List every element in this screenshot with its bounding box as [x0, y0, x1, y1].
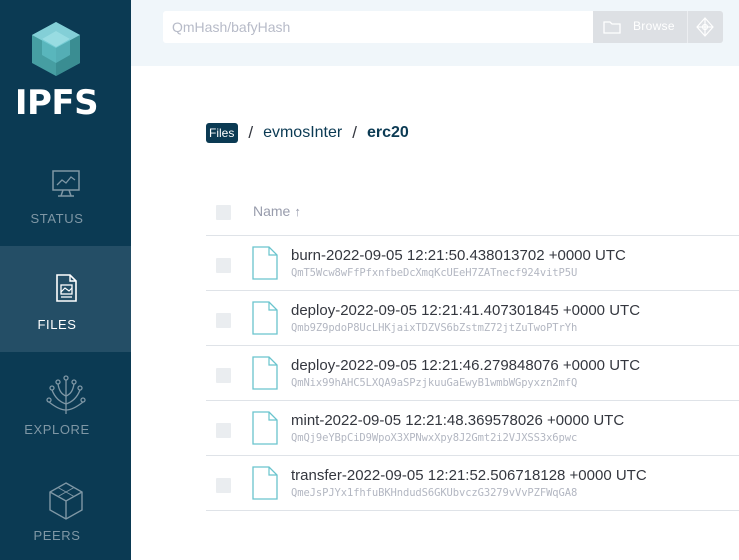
- file-name[interactable]: transfer-2022-09-05 12:21:52.506718128 +…: [291, 467, 647, 484]
- file-row[interactable]: mint-2022-09-05 12:21:48.369578026 +0000…: [206, 401, 739, 456]
- nav-label-peers: PEERS: [33, 528, 81, 543]
- file-row[interactable]: deploy-2022-09-05 12:21:41.407301845 +00…: [206, 291, 739, 346]
- file-name[interactable]: mint-2022-09-05 12:21:48.369578026 +0000…: [291, 412, 624, 429]
- nav-label-files: FILES: [37, 317, 77, 332]
- breadcrumb-separator: /: [352, 123, 357, 142]
- breadcrumb-item-evmosinter[interactable]: evmosInter: [263, 124, 342, 142]
- nav-item-peers[interactable]: PEERS: [0, 458, 131, 560]
- file-icon: [252, 466, 278, 500]
- nav-label-explore: EXPLORE: [24, 422, 90, 437]
- folder-icon: [603, 21, 621, 34]
- browse-button[interactable]: Browse: [593, 11, 723, 43]
- top-bar: Browse: [131, 0, 739, 66]
- row-checkbox[interactable]: [216, 368, 231, 383]
- file-list: Name ↑ burn-2022-09-05 12:21:50.438013702…: [206, 190, 739, 511]
- breadcrumb-separator: /: [248, 123, 254, 142]
- nav-item-explore[interactable]: EXPLORE: [0, 352, 131, 458]
- file-row[interactable]: deploy-2022-09-05 12:21:46.279848076 +00…: [206, 346, 739, 401]
- file-icon: [252, 356, 278, 390]
- breadcrumb-root-files[interactable]: Files: [206, 123, 239, 143]
- file-cid: QmeJsPJYx1fhfuBKHndudS6GKUbvczG3279vVvPZ…: [291, 487, 578, 499]
- app-name: IPFS: [14, 83, 99, 123]
- file-cid: QmT5Wcw8wFfPfxnfbeDcXmqKcUEeH7ZATnecf924…: [291, 267, 578, 279]
- file-list-header: Name ↑: [206, 190, 739, 236]
- search-box: [163, 11, 593, 43]
- row-checkbox[interactable]: [216, 478, 231, 493]
- status-monitor-icon: [51, 170, 80, 197]
- hash-search-input[interactable]: [163, 11, 593, 43]
- sidebar: IPFS STATUS FILES EXPLORE PEERS: [0, 0, 131, 560]
- file-name[interactable]: burn-2022-09-05 12:21:50.438013702 +0000…: [291, 247, 626, 264]
- file-cid: QmQj9eYBpCiD9WpoX3XPNwxXpy8J2Gmt2i2VJXSS…: [291, 432, 578, 444]
- browse-label: Browse: [633, 19, 675, 33]
- breadcrumb: Files / evmosInter / erc20: [206, 122, 409, 144]
- name-column-label: Name: [253, 203, 291, 219]
- row-checkbox[interactable]: [216, 423, 231, 438]
- row-checkbox[interactable]: [216, 313, 231, 328]
- file-row[interactable]: transfer-2022-09-05 12:21:52.506718128 +…: [206, 456, 739, 511]
- file-name[interactable]: deploy-2022-09-05 12:21:41.407301845 +00…: [291, 302, 640, 319]
- nav-label-status: STATUS: [30, 211, 84, 226]
- file-row[interactable]: burn-2022-09-05 12:21:50.438013702 +0000…: [206, 236, 739, 291]
- row-checkbox[interactable]: [216, 258, 231, 273]
- files-icon: [55, 274, 77, 302]
- file-cid: QmNix99hAHC5LXQA9aSPzjkuuGaEwyB1wmbWGpyx…: [291, 377, 578, 389]
- select-all-checkbox[interactable]: [216, 205, 231, 220]
- sort-ascending-icon: ↑: [294, 204, 301, 219]
- ipfs-cube-logo-icon: [32, 22, 80, 76]
- file-icon: [252, 411, 278, 445]
- file-cid: Qmb9Z9pdoP8UcLHKjaixTDZVS6bZstmZ72jtZuTw…: [291, 322, 578, 334]
- file-icon: [252, 246, 278, 280]
- breadcrumb-item-current: erc20: [366, 124, 409, 141]
- file-name[interactable]: deploy-2022-09-05 12:21:46.279848076 +00…: [291, 357, 640, 374]
- explore-hash-icon[interactable]: [694, 16, 716, 38]
- nav-item-status[interactable]: STATUS: [0, 140, 131, 246]
- ipfs-logo[interactable]: IPFS: [0, 0, 131, 140]
- file-icon: [252, 301, 278, 335]
- peers-cube-icon: [48, 482, 83, 520]
- nav-item-files[interactable]: FILES: [0, 246, 131, 352]
- browse-divider: [687, 11, 688, 43]
- name-column-header[interactable]: Name ↑: [253, 203, 301, 219]
- explore-tree-icon: [45, 375, 86, 414]
